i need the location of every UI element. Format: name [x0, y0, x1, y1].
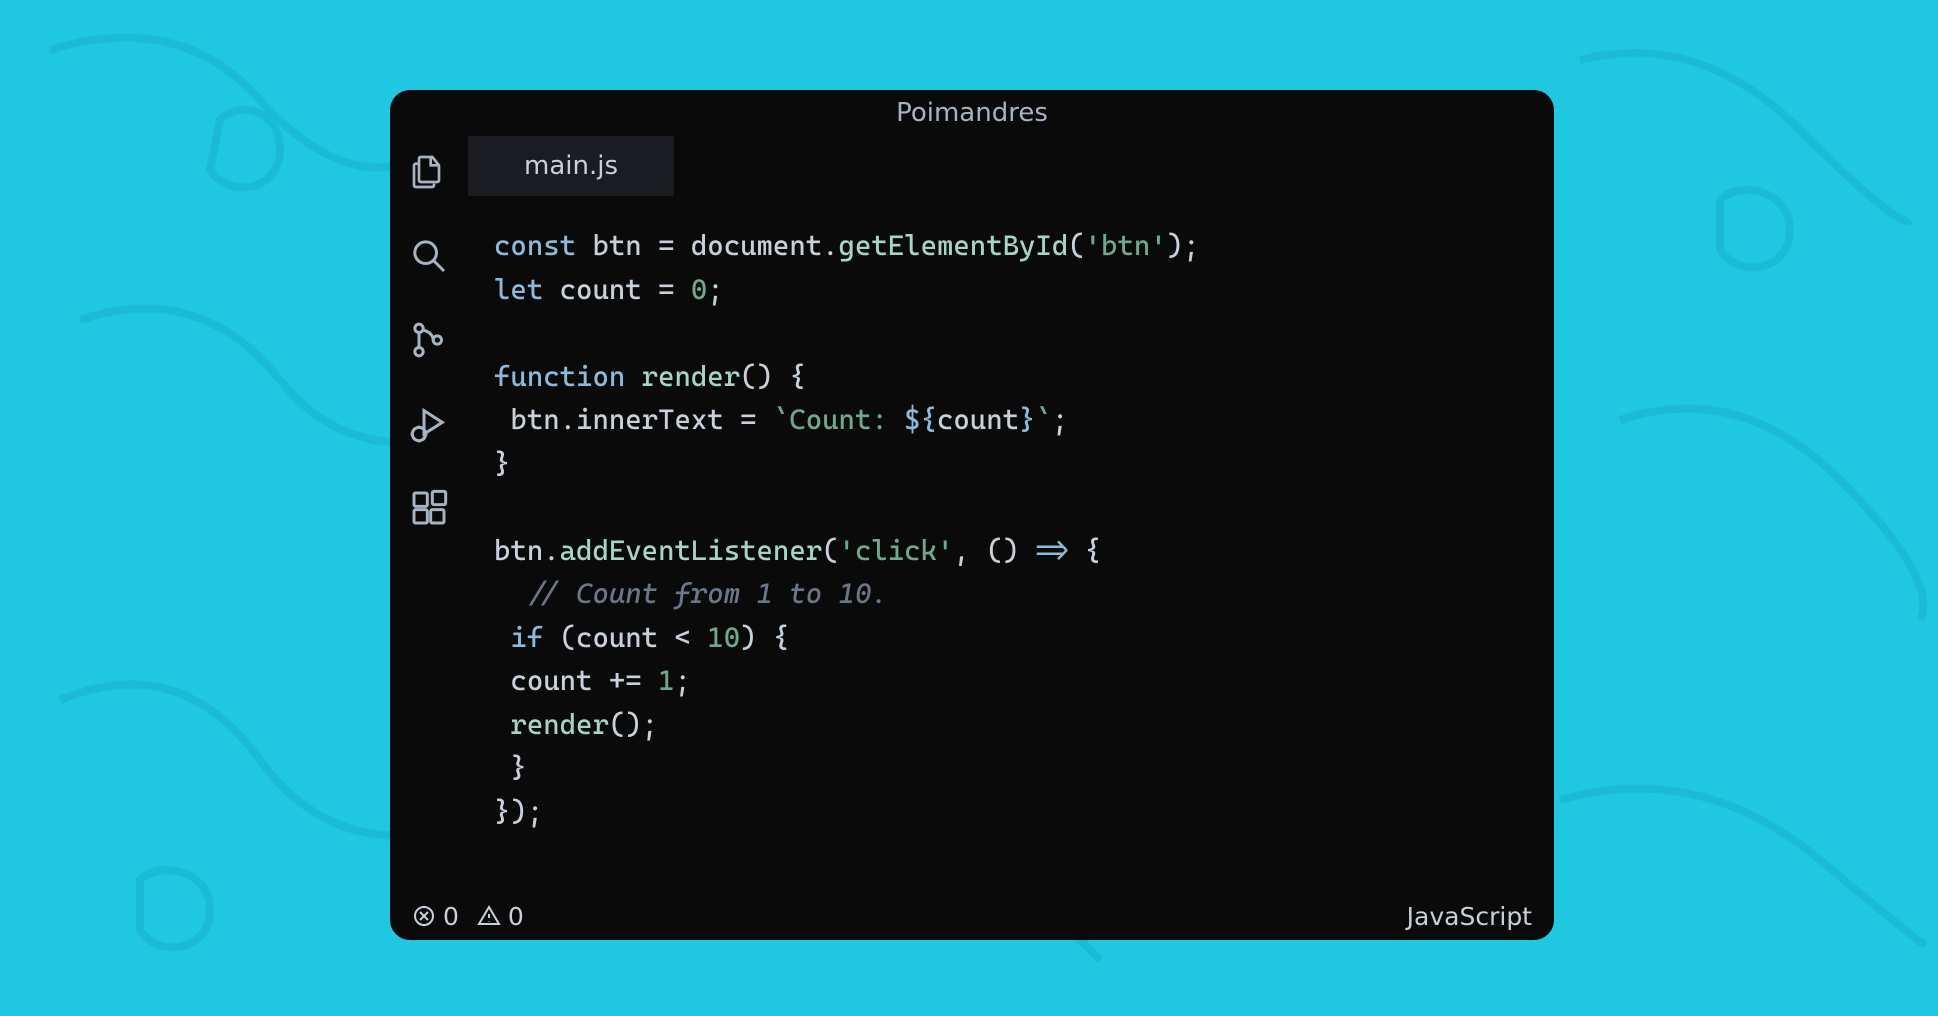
titlebar: Poimandres — [390, 90, 1554, 136]
status-warnings[interactable]: 0 — [477, 902, 524, 931]
debug-icon[interactable] — [409, 404, 449, 444]
editor-window: Poimandres main.js — [390, 90, 1554, 940]
status-language[interactable]: JavaScript — [1407, 902, 1532, 931]
tab-label: main.js — [524, 151, 618, 181]
window-title: Poimandres — [896, 98, 1048, 128]
tab-mainjs[interactable]: main.js — [468, 136, 674, 196]
error-icon — [412, 904, 436, 928]
files-icon[interactable] — [409, 152, 449, 192]
code-editor[interactable]: const btn = document.getElementById('btn… — [468, 196, 1554, 892]
warning-count: 0 — [508, 902, 524, 931]
tabs-row: main.js — [468, 136, 1554, 196]
status-bar: 0 0 JavaScript — [390, 892, 1554, 940]
editor-main: main.js const btn = document.getElementB… — [468, 136, 1554, 892]
activity-bar — [390, 136, 468, 892]
error-count: 0 — [443, 902, 459, 931]
source-control-icon[interactable] — [409, 320, 449, 360]
status-errors[interactable]: 0 — [412, 902, 459, 931]
warning-icon — [477, 904, 501, 928]
search-icon[interactable] — [409, 236, 449, 276]
editor-body: main.js const btn = document.getElementB… — [390, 136, 1554, 892]
extensions-icon[interactable] — [409, 488, 449, 528]
